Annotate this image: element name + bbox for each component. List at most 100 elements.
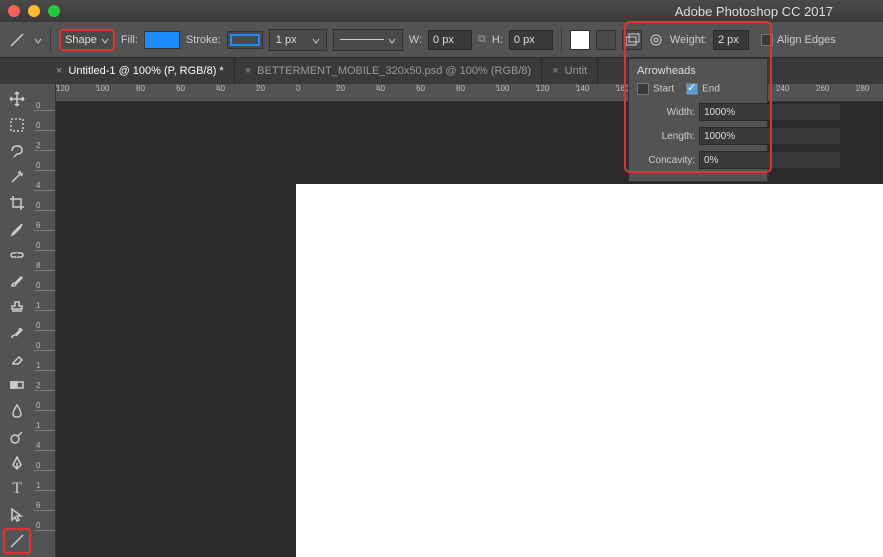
blur-tool-icon[interactable] [3,398,31,424]
document-canvas[interactable] [296,184,883,557]
ruler-tick: 6 [34,222,55,231]
ruler-tick: 280 [856,84,869,93]
ruler-tick: 80 [456,84,465,93]
width-label: W: [409,34,422,46]
chevron-down-icon [101,36,109,44]
width-label: Width: [637,107,695,118]
options-bar: Shape Fill: Stroke: 1 px W: ⧉ H: Weight:… [0,22,883,58]
ruler-tick: 4 [34,442,55,451]
ruler-tick: 0 [296,84,300,93]
chevron-down-icon [312,36,320,44]
arrow-width-input[interactable] [699,103,841,121]
ruler-tick: 0 [34,162,55,171]
tab-untitled-2[interactable]: × Untit [542,58,598,84]
width-input[interactable] [428,30,472,50]
type-tool-icon[interactable]: T [3,476,31,502]
end-checkbox[interactable]: End [686,83,720,95]
align-edges-checkbox[interactable]: Align Edges [761,34,836,46]
ruler-tick: 0 [34,402,55,411]
tab-label: BETTERMENT_MOBILE_320x50.psd @ 100% (RGB… [257,65,531,77]
ruler-tick: 8 [34,262,55,271]
history-brush-tool-icon[interactable] [3,320,31,346]
ruler-tick: 260 [816,84,829,93]
ruler-tick: 1 [34,422,55,431]
fill-label: Fill: [121,34,138,46]
concavity-label: Concavity: [637,155,695,166]
fill-swatch[interactable] [144,31,180,49]
weight-input[interactable] [713,30,749,50]
link-icon[interactable]: ⧉ [478,33,486,46]
marquee-tool-icon[interactable] [3,112,31,138]
ruler-tick: 40 [376,84,385,93]
ruler-tick: 1 [34,302,55,311]
ruler-tick: 2 [34,142,55,151]
stroke-line-sample [340,39,384,40]
ruler-tick: 2 [34,382,55,391]
tab-close-icon[interactable]: × [552,65,558,77]
ruler-tick: 60 [176,84,185,93]
tab-close-icon[interactable]: × [56,65,62,77]
dodge-tool-icon[interactable] [3,424,31,450]
ruler-tick: 0 [34,202,55,211]
ruler-tick: 0 [34,242,55,251]
ruler-tick: 0 [34,522,55,531]
tool-preset-chevron-icon[interactable] [34,36,42,44]
tool-mode-label: Shape [65,34,97,46]
stroke-swatch[interactable] [227,31,263,49]
stroke-style-dropdown[interactable] [333,29,403,51]
align-edges-label: Align Edges [777,34,836,46]
arrow-concavity-input[interactable] [699,151,841,169]
brush-tool-icon[interactable] [3,268,31,294]
gradient-tool-icon[interactable] [3,372,31,398]
minimize-window-button[interactable] [28,5,40,17]
stamp-tool-icon[interactable] [3,294,31,320]
tab-close-icon[interactable]: × [245,65,251,77]
line-tool-icon[interactable] [6,29,28,51]
ruler-tick: 80 [136,84,145,93]
height-input[interactable] [509,30,553,50]
tool-mode-dropdown[interactable]: Shape [59,29,115,51]
maximize-window-button[interactable] [48,5,60,17]
checkbox-checked-icon [686,83,698,95]
ruler-tick: 20 [336,84,345,93]
length-label: Length: [637,131,695,142]
move-tool-icon[interactable] [3,86,31,112]
crop-tool-icon[interactable] [3,190,31,216]
start-label: Start [653,84,674,95]
close-window-button[interactable] [8,5,20,17]
stroke-width-dropdown[interactable]: 1 px [269,29,327,51]
lasso-tool-icon[interactable] [3,138,31,164]
ruler-tick: 0 [34,322,55,331]
start-checkbox[interactable]: Start [637,83,674,95]
app-title: Adobe Photoshop CC 2017 [675,4,833,19]
path-ops-button[interactable] [570,30,590,50]
line-shape-tool-icon[interactable] [3,528,31,554]
ruler-tick: 1 [34,482,55,491]
eraser-tool-icon[interactable] [3,346,31,372]
chevron-down-icon [388,36,396,44]
tab-untitled[interactable]: × Untitled-1 @ 100% (P, RGB/8) * [46,58,235,84]
wand-tool-icon[interactable] [3,164,31,190]
path-select-tool-icon[interactable] [3,502,31,528]
tab-betterment[interactable]: × BETTERMENT_MOBILE_320x50.psd @ 100% (R… [235,58,542,84]
ruler-tick: 100 [96,84,109,93]
ruler-tick: 0 [34,342,55,351]
healing-tool-icon[interactable] [3,242,31,268]
divider [50,28,51,52]
ruler-tick: 40 [216,84,225,93]
end-label: End [702,84,720,95]
ruler-tick: 140 [576,84,589,93]
path-align-button[interactable] [596,30,616,50]
gear-icon[interactable] [648,32,664,48]
tab-label: Untitled-1 @ 100% (P, RGB/8) * [68,65,223,77]
ruler-tick: 4 [34,182,55,191]
pen-tool-icon[interactable] [3,450,31,476]
ruler-tick: 0 [34,122,55,131]
arrow-length-input[interactable] [699,127,841,145]
eyedropper-tool-icon[interactable] [3,216,31,242]
stroke-width-value: 1 px [276,34,297,46]
path-arrange-button[interactable] [622,30,642,50]
checkbox-icon [637,83,649,95]
stroke-label: Stroke: [186,34,221,46]
tools-panel: T [0,84,34,557]
